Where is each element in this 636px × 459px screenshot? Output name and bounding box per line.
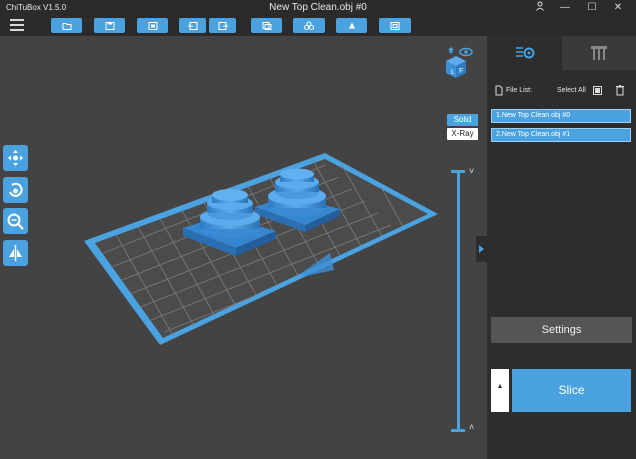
settings-button[interactable]: Settings (491, 317, 632, 343)
menu-icon[interactable] (10, 19, 24, 31)
redo-button[interactable] (209, 18, 236, 33)
scale-tool-button[interactable] (3, 208, 28, 234)
supports-icon (591, 46, 607, 60)
user-icon[interactable] (529, 1, 551, 15)
minimize-button[interactable]: — (554, 1, 576, 15)
svg-text:F: F (459, 68, 463, 75)
panel-toggle-handle[interactable] (476, 236, 487, 262)
right-panel: File List: Select All 1.New Top Clean.ob… (487, 36, 636, 459)
layer-slider-bottom-handle[interactable] (451, 429, 465, 432)
rotate-tool-button[interactable] (3, 177, 28, 203)
maximize-button[interactable]: ☐ (581, 1, 603, 15)
toolbar (0, 16, 636, 36)
file-list-item[interactable]: 1.New Top Clean.obj #0 (491, 109, 631, 123)
select-all-checkbox[interactable] (593, 86, 602, 95)
chevron-right-icon (479, 245, 484, 253)
close-button[interactable]: ✕ (607, 1, 629, 15)
file-icon (495, 85, 503, 96)
chitubox-window: ChiTuBox V1.5.0 New Top Clean.obj #0 — ☐… (0, 0, 636, 459)
copy-button[interactable] (251, 18, 282, 33)
file-list-label: File List: (506, 87, 533, 94)
undo-button[interactable] (179, 18, 206, 33)
import-icon (148, 21, 157, 30)
svg-text:L: L (451, 69, 455, 76)
mirror-tool-button[interactable] (3, 240, 28, 266)
hollow-button[interactable] (379, 18, 411, 33)
trash-icon[interactable] (615, 84, 625, 96)
solid-view-button[interactable]: Solid (447, 114, 478, 126)
tab-model-settings[interactable] (487, 36, 562, 70)
view-cube-icon[interactable]: L F (442, 46, 474, 82)
redo-icon (218, 21, 228, 30)
file-list-item[interactable]: 2.New Top Clean.obj #1 (491, 128, 631, 142)
title-bar: ChiTuBox V1.5.0 New Top Clean.obj #0 — ☐… (0, 0, 636, 16)
3d-viewport[interactable]: L F Solid X-Ray ˅ ˄ (0, 36, 487, 459)
slice-options-arrow: ▲ (496, 383, 504, 390)
save-button[interactable] (94, 18, 125, 33)
arrange-icon (304, 21, 314, 30)
layer-slider[interactable] (457, 172, 460, 430)
scale-icon (7, 213, 24, 230)
save-icon (105, 21, 114, 30)
model-settings-icon (515, 47, 534, 59)
hollow-icon (390, 21, 400, 30)
move-tool-button[interactable] (3, 145, 28, 171)
slice-button[interactable]: Slice (512, 369, 631, 412)
file-list-header: File List: Select All (487, 84, 636, 98)
slice-options-button[interactable]: ▲ (491, 369, 509, 412)
layer-slider-down-arrow[interactable]: ˄ (469, 422, 474, 432)
layer-slider-up-arrow[interactable]: ˅ (469, 166, 474, 176)
support-button[interactable] (336, 18, 367, 33)
select-all-label: Select All (557, 87, 586, 94)
auto-layout-button[interactable] (293, 18, 325, 33)
mirror-icon (9, 245, 22, 261)
copy-icon (262, 21, 271, 30)
rotate-icon (9, 182, 23, 197)
undo-icon (187, 21, 197, 30)
move-icon (8, 150, 23, 166)
folder-icon (62, 22, 71, 30)
build-plate-scene (84, 153, 438, 345)
open-file-button[interactable] (51, 18, 82, 33)
tab-supports[interactable] (562, 36, 636, 70)
import-button[interactable] (137, 18, 168, 33)
xray-view-button[interactable]: X-Ray (447, 128, 478, 140)
support-icon (348, 22, 355, 28)
